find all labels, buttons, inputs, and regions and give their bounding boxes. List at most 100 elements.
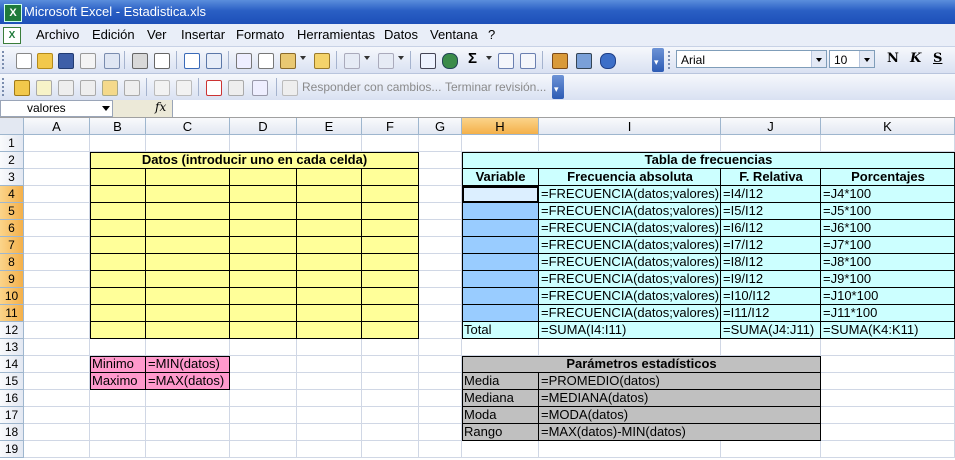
column-header-f[interactable]: F: [362, 118, 419, 135]
valores-cell[interactable]: [462, 203, 539, 220]
datos-input-cell[interactable]: [297, 237, 362, 254]
active-cell-h4[interactable]: [462, 186, 539, 203]
grid-cell[interactable]: [419, 186, 462, 203]
end-review-button[interactable]: Terminar revisión...: [445, 80, 546, 94]
grid-cell[interactable]: [297, 441, 362, 458]
show-all-comments-icon[interactable]: [122, 78, 140, 96]
workbook-icon[interactable]: X: [3, 27, 21, 44]
datos-input-cell[interactable]: [90, 271, 146, 288]
row-header-10[interactable]: 10: [0, 288, 24, 305]
datos-input-cell[interactable]: [146, 305, 230, 322]
grid-cell[interactable]: [419, 135, 462, 152]
grid-cell[interactable]: [362, 135, 419, 152]
datos-input-cell[interactable]: [230, 237, 297, 254]
menu-edicion[interactable]: Edición: [92, 27, 135, 42]
grid-cell[interactable]: [24, 220, 90, 237]
row-header-7[interactable]: 7: [0, 237, 24, 254]
valores-cell[interactable]: [462, 305, 539, 322]
paste-dropdown-icon[interactable]: [300, 56, 306, 60]
grid-cell[interactable]: [230, 441, 297, 458]
grid-cell[interactable]: [821, 424, 955, 441]
grid-cell[interactable]: [419, 237, 462, 254]
datos-input-cell[interactable]: [230, 254, 297, 271]
grid-cell[interactable]: [24, 254, 90, 271]
column-header-g[interactable]: G: [419, 118, 462, 135]
row-header-5[interactable]: 5: [0, 203, 24, 220]
column-header-h[interactable]: H: [462, 118, 539, 135]
copy-icon[interactable]: [256, 51, 274, 69]
grid-cell[interactable]: [230, 135, 297, 152]
grid-cell[interactable]: [24, 271, 90, 288]
grid-cell[interactable]: [24, 441, 90, 458]
grid-cell[interactable]: [362, 390, 419, 407]
italic-button[interactable]: K: [910, 51, 921, 66]
column-header-d[interactable]: D: [230, 118, 297, 135]
grid-cell[interactable]: [24, 424, 90, 441]
grid-cell[interactable]: [362, 356, 419, 373]
datos-input-cell[interactable]: [90, 203, 146, 220]
grid-cell[interactable]: [146, 424, 230, 441]
datos-input-cell[interactable]: [90, 254, 146, 271]
formatting-toolbar-grip[interactable]: [668, 51, 673, 69]
datos-input-cell[interactable]: [362, 186, 419, 203]
formula-input[interactable]: [172, 100, 955, 117]
datos-input-cell[interactable]: [297, 305, 362, 322]
grid-cell[interactable]: [419, 288, 462, 305]
row-header-18[interactable]: 18: [0, 424, 24, 441]
grid-cell[interactable]: [90, 339, 146, 356]
grid-cell[interactable]: [419, 203, 462, 220]
grid-cell[interactable]: [146, 339, 230, 356]
row-header-3[interactable]: 3: [0, 169, 24, 186]
grid-cell[interactable]: [821, 407, 955, 424]
grid-cell[interactable]: [419, 339, 462, 356]
format-painter-icon[interactable]: [312, 51, 330, 69]
grid-cell[interactable]: [24, 305, 90, 322]
font-name-select[interactable]: Arial: [676, 50, 827, 68]
row-header-4[interactable]: 4: [0, 186, 24, 203]
datos-input-cell[interactable]: [297, 203, 362, 220]
grid-cell[interactable]: [24, 135, 90, 152]
valores-cell[interactable]: [462, 220, 539, 237]
shared-workbook-icon[interactable]: [250, 78, 268, 96]
datos-input-cell[interactable]: [90, 305, 146, 322]
excel-app-icon[interactable]: X: [4, 4, 22, 22]
datos-input-cell[interactable]: [362, 254, 419, 271]
grid-cell[interactable]: [230, 390, 297, 407]
row-header-12[interactable]: 12: [0, 322, 24, 339]
grid-cell[interactable]: [721, 339, 821, 356]
column-header-j[interactable]: J: [721, 118, 821, 135]
grid-cell[interactable]: [146, 407, 230, 424]
grid-cell[interactable]: [90, 135, 146, 152]
row-header-19[interactable]: 19: [0, 441, 24, 458]
valores-cell[interactable]: [462, 271, 539, 288]
name-box[interactable]: valores: [0, 100, 113, 117]
grid-cell[interactable]: [297, 390, 362, 407]
undo-dropdown-icon[interactable]: [364, 56, 370, 60]
open-icon[interactable]: [35, 51, 53, 69]
grid-cell[interactable]: [821, 356, 955, 373]
menu-insertar[interactable]: Insertar: [181, 27, 225, 42]
grid-cell[interactable]: [362, 373, 419, 390]
grid-cell[interactable]: [297, 424, 362, 441]
print-icon[interactable]: [130, 51, 148, 69]
grid-cell[interactable]: [462, 441, 539, 458]
grid-cell[interactable]: [297, 356, 362, 373]
datos-input-cell[interactable]: [230, 203, 297, 220]
datos-input-cell[interactable]: [362, 203, 419, 220]
datos-input-cell[interactable]: [362, 169, 419, 186]
delete-comment-icon[interactable]: [174, 78, 192, 96]
grid-cell[interactable]: [146, 441, 230, 458]
redo-icon[interactable]: [376, 51, 394, 69]
menu-herramientas[interactable]: Herramientas: [297, 27, 375, 42]
datos-input-cell[interactable]: [146, 237, 230, 254]
new-comment-icon[interactable]: [34, 78, 52, 96]
grid-cell[interactable]: [539, 441, 721, 458]
grid-cell[interactable]: [230, 356, 297, 373]
save-icon[interactable]: [56, 51, 74, 69]
email-icon[interactable]: [102, 51, 120, 69]
grid-cell[interactable]: [821, 441, 955, 458]
grid-cell[interactable]: [821, 390, 955, 407]
next-comment-icon[interactable]: [78, 78, 96, 96]
grid-cell[interactable]: [24, 186, 90, 203]
datos-input-cell[interactable]: [362, 237, 419, 254]
